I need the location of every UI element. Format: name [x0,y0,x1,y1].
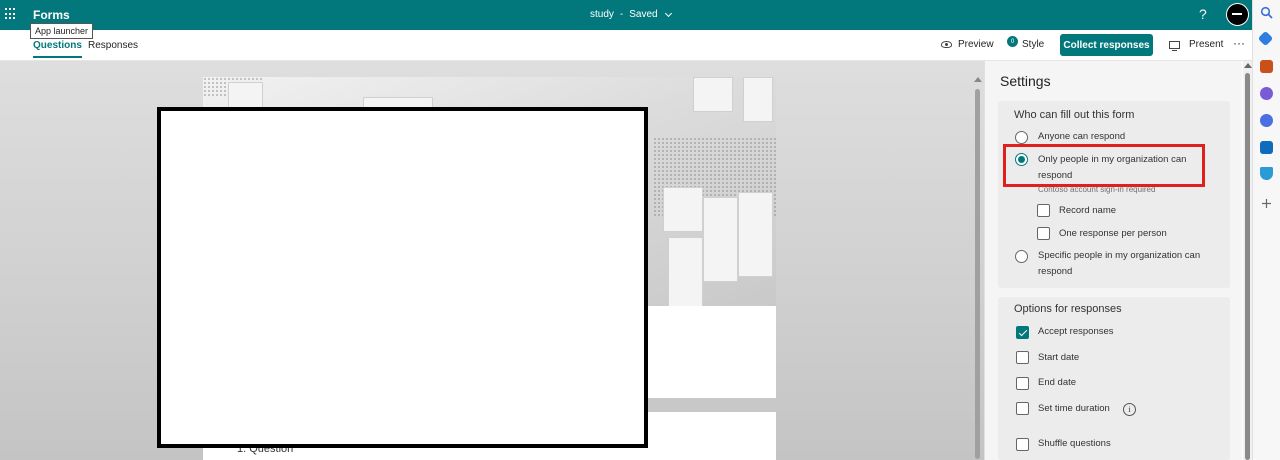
app-launcher-icon[interactable] [5,8,17,20]
app-launcher-tooltip: App launcher [30,23,94,39]
response-options-section: Options for responses [998,297,1230,460]
document-name: study [590,9,614,20]
app-name[interactable]: Forms [33,8,70,22]
canvas-scrollbar[interactable] [973,75,982,460]
checkbox-time-duration[interactable] [1016,402,1029,415]
tab-responses[interactable]: Responses [88,40,138,51]
search-icon[interactable] [1260,6,1273,19]
option-specific-people-label[interactable]: Specific people in my organization can r… [1038,248,1218,280]
time-duration-label[interactable]: Set time duration [1038,401,1110,417]
scroll-up-icon[interactable] [1244,63,1252,68]
info-icon[interactable]: i [1123,403,1136,416]
briefcase-icon[interactable] [1260,60,1273,73]
settings-title: Settings [1000,73,1051,89]
tab-questions[interactable]: Questions [33,40,82,58]
preview-button[interactable]: Preview [941,39,994,50]
form-canvas: 1. Question [0,61,984,460]
radio-anyone[interactable] [1015,131,1028,144]
checkbox-start-date[interactable] [1016,351,1029,364]
scroll-up-icon[interactable] [974,77,982,82]
scrollbar-thumb[interactable] [975,89,980,459]
checkbox-shuffle-questions[interactable] [1016,438,1029,451]
accept-responses-label[interactable]: Accept responses [1038,324,1114,340]
redacted-area [157,107,648,448]
style-label: Style [1022,39,1045,50]
checkbox-end-date[interactable] [1016,377,1029,390]
copilot-icon[interactable] [1260,114,1273,127]
present-label: Present [1189,39,1224,50]
app-header: Forms study - Saved ? [0,0,1252,30]
people-icon[interactable] [1260,87,1273,100]
response-options-title: Options for responses [1014,303,1122,315]
checkbox-record-name[interactable] [1037,204,1050,217]
eye-icon [941,41,952,48]
record-name-label[interactable]: Record name [1059,203,1116,219]
collect-responses-button[interactable]: Collect responses [1060,34,1153,56]
one-response-label[interactable]: One response per person [1059,226,1167,242]
monitor-icon [1169,40,1180,51]
tag-icon[interactable] [1257,30,1274,47]
scrollbar-thumb[interactable] [1245,73,1250,460]
browser-sidebar [1252,0,1280,460]
who-can-fill-title: Who can fill out this form [1014,109,1135,121]
outlook-icon[interactable] [1260,141,1273,154]
option-anyone-label[interactable]: Anyone can respond [1038,129,1125,145]
shuffle-questions-label[interactable]: Shuffle questions [1038,436,1111,452]
radio-specific-people[interactable] [1015,250,1028,263]
title-separator: - [619,9,624,20]
chevron-down-icon[interactable] [664,9,672,17]
more-options-icon[interactable]: ··· [1233,36,1245,50]
present-button[interactable]: Present [1169,39,1224,51]
style-badge: 0 [1007,36,1018,47]
checkbox-one-response[interactable] [1037,227,1050,240]
drop-icon[interactable] [1260,167,1273,180]
settings-scrollbar[interactable] [1243,61,1252,460]
checkbox-accept-responses[interactable] [1016,326,1029,339]
avatar[interactable] [1226,3,1249,26]
save-status: Saved [629,9,658,20]
highlight-box [1003,144,1205,187]
style-button[interactable]: 0 Style [1007,36,1045,50]
end-date-label[interactable]: End date [1038,375,1076,391]
document-title[interactable]: study - Saved [590,9,672,20]
start-date-label[interactable]: Start date [1038,350,1079,366]
add-icon[interactable] [1260,197,1273,210]
help-icon[interactable]: ? [1199,6,1207,22]
preview-label: Preview [958,39,994,50]
